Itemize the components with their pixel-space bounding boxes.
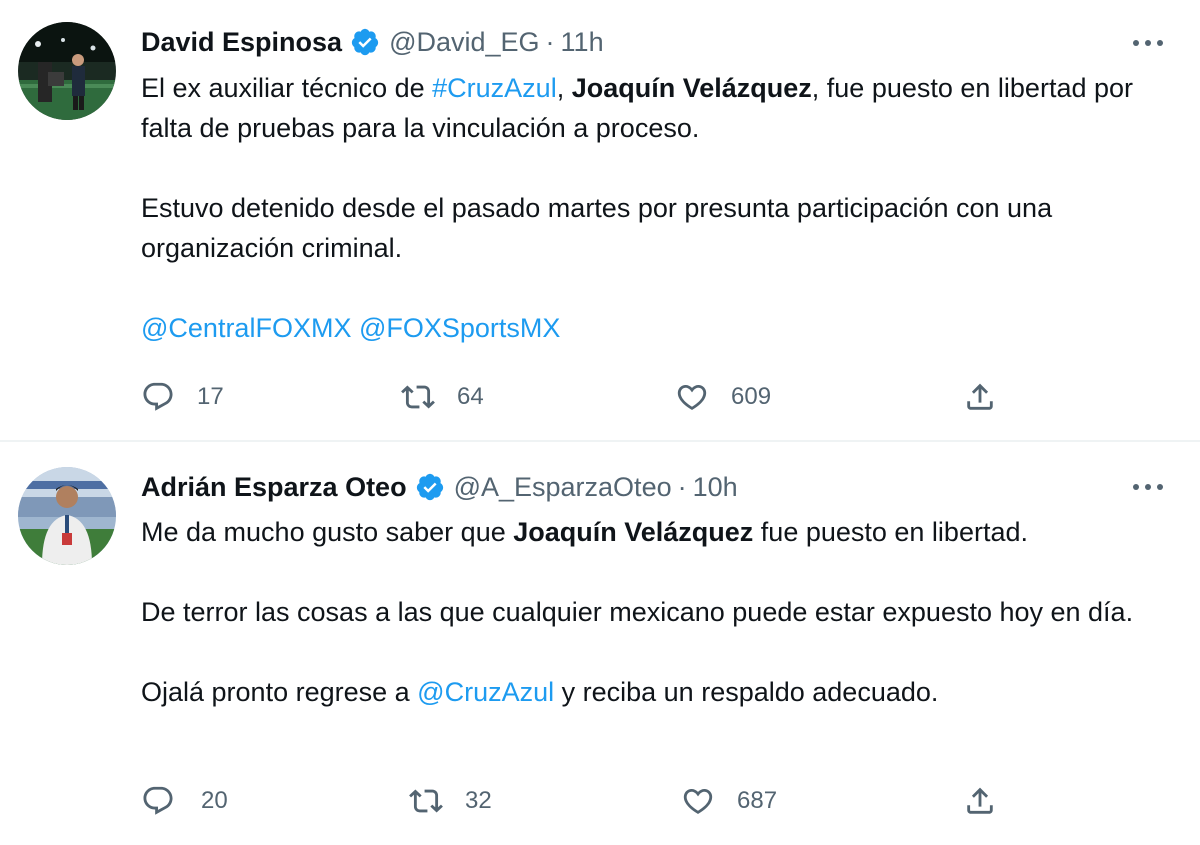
tweet-header: David Espinosa @David_EG · 11h bbox=[141, 22, 604, 62]
text-segment: De terror las cosas a las que cualquier … bbox=[141, 597, 1134, 627]
tweet-header: Adrián Esparza Oteo @A_EsparzaOteo · 10h bbox=[141, 467, 738, 507]
hashtag-link[interactable]: #CruzAzul bbox=[432, 73, 557, 103]
text-segment: El ex auxiliar técnico de bbox=[141, 73, 433, 103]
text-segment: Me da mucho gusto saber que bbox=[141, 517, 514, 547]
tweet[interactable]: David Espinosa @David_EG · 11h El ex aux… bbox=[0, 0, 1200, 440]
retweet-button[interactable]: 32 bbox=[409, 783, 492, 819]
more-horizontal-icon[interactable] bbox=[1128, 472, 1168, 502]
tweet-paragraph: Ojalá pronto regrese a @CruzAzul y recib… bbox=[141, 672, 1161, 712]
tweet-paragraph: Estuvo detenido desde el pasado martes p… bbox=[141, 188, 1161, 268]
author-handle[interactable]: @A_EsparzaOteo bbox=[454, 472, 672, 503]
reply-count: 20 bbox=[201, 787, 228, 814]
like-button[interactable]: 609 bbox=[675, 379, 771, 415]
share-icon bbox=[967, 383, 993, 410]
separator-dot: · bbox=[545, 26, 555, 57]
text-segment bbox=[351, 313, 359, 343]
retweet-icon bbox=[401, 385, 435, 409]
tweet-paragraph: Me da mucho gusto saber que Joaquín Velá… bbox=[141, 512, 1161, 552]
mention-link[interactable]: @CentralFOXMX bbox=[141, 313, 351, 343]
like-icon bbox=[677, 384, 707, 410]
text-segment: , bbox=[556, 73, 572, 103]
separator-dot: · bbox=[677, 471, 687, 502]
tweet-time[interactable]: 10h bbox=[693, 472, 738, 503]
like-count: 687 bbox=[737, 787, 778, 814]
avatar-image bbox=[18, 22, 116, 120]
avatar-image bbox=[18, 467, 116, 565]
share-button[interactable] bbox=[963, 783, 997, 819]
tweet[interactable]: Adrián Esparza Oteo @A_EsparzaOteo · 10h… bbox=[0, 442, 1200, 845]
tweet-paragraph: @CentralFOXMX @FOXSportsMX bbox=[141, 308, 1161, 348]
reply-count: 17 bbox=[197, 383, 224, 410]
tweet-text: Me da mucho gusto saber que Joaquín Velá… bbox=[141, 512, 1161, 712]
share-button[interactable] bbox=[963, 379, 997, 415]
like-button[interactable]: 687 bbox=[681, 783, 777, 819]
text-segment: y reciba un respaldo adecuado. bbox=[554, 677, 939, 707]
retweet-icon bbox=[409, 789, 443, 813]
verified-badge-icon bbox=[350, 27, 380, 57]
author-handle[interactable]: @David_EG bbox=[389, 27, 539, 58]
verified-badge-icon bbox=[415, 472, 445, 502]
text-segment: Ojalá pronto regrese a bbox=[141, 677, 418, 707]
text-segment: fue puesto en libertad. bbox=[753, 517, 1028, 547]
author-name[interactable]: David Espinosa bbox=[141, 27, 342, 58]
reply-icon bbox=[143, 786, 173, 815]
mention-link[interactable]: @CruzAzul bbox=[417, 677, 554, 707]
like-icon bbox=[683, 788, 713, 814]
reply-button[interactable]: 20 bbox=[141, 783, 228, 819]
like-count: 609 bbox=[731, 383, 772, 410]
bold-text: Joaquín Velázquez bbox=[513, 517, 754, 547]
mention-link[interactable]: @FOXSportsMX bbox=[359, 313, 560, 343]
tweet-text: El ex auxiliar técnico de #CruzAzul, Joa… bbox=[141, 68, 1161, 348]
tweet-paragraph: De terror las cosas a las que cualquier … bbox=[141, 592, 1161, 632]
share-icon bbox=[967, 787, 993, 814]
tweet-actions: 20 32 687 bbox=[141, 783, 1021, 819]
reply-icon bbox=[143, 382, 173, 411]
more-horizontal-icon[interactable] bbox=[1128, 28, 1168, 58]
tweet-actions: 17 64 609 bbox=[141, 379, 1021, 415]
retweet-count: 64 bbox=[457, 383, 484, 410]
retweet-count: 32 bbox=[465, 787, 492, 814]
tweet-time[interactable]: 11h bbox=[561, 27, 604, 58]
reply-button[interactable]: 17 bbox=[141, 379, 224, 415]
avatar[interactable] bbox=[18, 467, 116, 565]
text-segment: Estuvo detenido desde el pasado martes p… bbox=[141, 193, 1053, 263]
author-name[interactable]: Adrián Esparza Oteo bbox=[141, 472, 407, 503]
tweet-paragraph: El ex auxiliar técnico de #CruzAzul, Joa… bbox=[141, 68, 1161, 148]
avatar[interactable] bbox=[18, 22, 116, 120]
retweet-button[interactable]: 64 bbox=[401, 379, 484, 415]
bold-text: Joaquín Velázquez bbox=[571, 73, 812, 103]
